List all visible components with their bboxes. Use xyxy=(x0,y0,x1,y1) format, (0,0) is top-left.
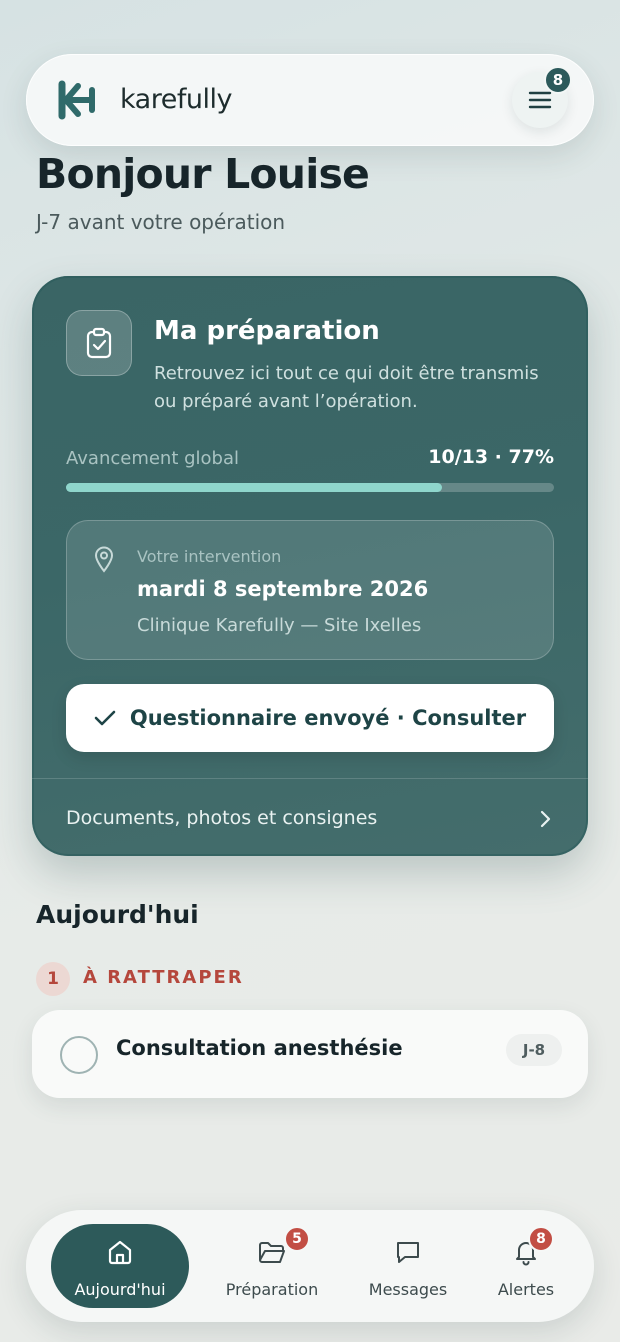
progress-label: Avancement global xyxy=(66,448,240,469)
card-description: Retrouvez ici tout ce qui doit être tran… xyxy=(154,363,539,412)
intervention-date: mardi 8 septembre 2026 xyxy=(137,577,429,601)
nav-label: Messages xyxy=(368,1280,448,1299)
task-due-badge: J-8 xyxy=(506,1034,562,1066)
intervention-site: Clinique Karefully — Site Ixelles xyxy=(137,615,422,636)
location-pin-icon xyxy=(94,546,114,573)
intervention-box: Votre intervention mardi 8 septembre 202… xyxy=(66,520,554,660)
menu-badge: 8 xyxy=(544,66,572,94)
task-card[interactable]: Consultation anesthésie J-8 xyxy=(32,1010,588,1098)
late-label: À RATTRAPER xyxy=(83,967,244,988)
alerts-badge: 8 xyxy=(528,1226,554,1252)
message-icon xyxy=(397,1242,419,1263)
home-icon xyxy=(108,1240,132,1265)
progress-value: 10/13 · 77% xyxy=(428,446,554,468)
nav-item-today[interactable]: Aujourd'hui xyxy=(51,1224,189,1308)
task-title: Consultation anesthésie xyxy=(116,1036,403,1060)
folder-icon xyxy=(259,1242,285,1263)
chevron-right-icon xyxy=(540,810,551,828)
preparation-badge: 5 xyxy=(284,1226,310,1252)
nav-label: Alertes xyxy=(497,1280,555,1299)
top-bar: karefully 8 xyxy=(26,54,594,146)
nav-item-messages[interactable]: Messages xyxy=(352,1224,464,1308)
bottom-nav: Aujourd'hui 5 Préparation Messages 8 Ale… xyxy=(26,1210,594,1322)
nav-label: Préparation xyxy=(225,1280,319,1299)
clipboard-check-icon xyxy=(66,310,132,376)
karefully-logo-icon xyxy=(58,80,95,120)
menu-icon xyxy=(528,91,552,109)
intervention-label: Votre intervention xyxy=(137,547,282,566)
page-subtitle: J-7 avant votre opération xyxy=(36,210,286,234)
today-section-title: Aujourd'hui xyxy=(36,900,199,929)
late-count-badge: 1 xyxy=(36,962,70,996)
preparation-card: Ma préparation Retrouvez ici tout ce qui… xyxy=(32,276,588,856)
progress-bar xyxy=(66,483,554,492)
page-title: Bonjour Louise xyxy=(36,150,370,198)
nav-item-alerts[interactable]: 8 Alertes xyxy=(480,1224,572,1308)
documents-link[interactable]: Documents, photos et consignes xyxy=(32,779,588,856)
questionnaire-button-label: Questionnaire envoyé · Consulter xyxy=(129,706,527,730)
card-title: Ma préparation xyxy=(154,316,380,346)
brand-name: karefully xyxy=(120,84,232,115)
nav-item-preparation[interactable]: 5 Préparation xyxy=(212,1224,332,1308)
task-checkbox[interactable] xyxy=(60,1036,98,1074)
questionnaire-button[interactable]: Questionnaire envoyé · Consulter xyxy=(66,684,554,752)
documents-link-label: Documents, photos et consignes xyxy=(66,807,378,829)
check-icon xyxy=(94,710,116,726)
nav-label: Aujourd'hui xyxy=(74,1280,166,1299)
progress-fill xyxy=(66,483,442,492)
